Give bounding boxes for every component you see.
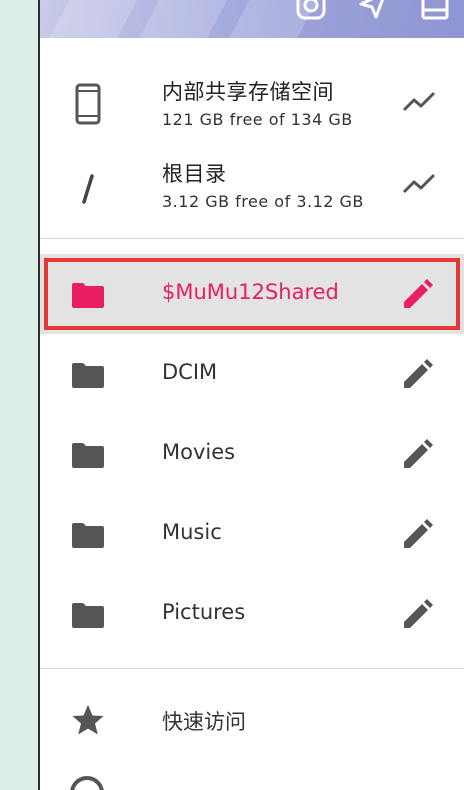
folder-icon xyxy=(70,601,106,629)
trend-icon[interactable] xyxy=(402,90,436,114)
pencil-icon[interactable] xyxy=(400,598,434,632)
folder-icon xyxy=(70,441,106,469)
folder-icon xyxy=(70,281,106,309)
pencil-icon[interactable] xyxy=(400,358,434,392)
storage-title: 内部共享存储空间 xyxy=(162,80,334,104)
storage-free-space: 3.12 GB free of 3.12 GB xyxy=(162,192,364,211)
phone-icon xyxy=(70,82,106,126)
folder-item-mumu12shared[interactable]: $MuMu12Shared xyxy=(40,254,464,334)
folder-item-dcim[interactable]: DCIM xyxy=(40,334,464,414)
history-icon[interactable] xyxy=(70,776,104,790)
folder-label: $MuMu12Shared xyxy=(162,280,339,304)
storage-free-space: 121 GB free of 134 GB xyxy=(162,110,353,129)
folder-item-movies[interactable]: Movies xyxy=(40,414,464,494)
window-icon[interactable] xyxy=(404,0,464,38)
storage-title: 根目录 xyxy=(162,162,227,186)
navigation-drawer: 内部共享存储空间 121 GB free of 134 GB 根目录 3.12 … xyxy=(38,0,464,790)
folder-label: DCIM xyxy=(162,360,218,384)
quick-access-label: 快速访问 xyxy=(162,710,246,734)
pencil-icon[interactable] xyxy=(400,438,434,472)
folder-item-pictures[interactable]: Pictures xyxy=(40,574,464,654)
storage-item-internal[interactable]: 内部共享存储空间 121 GB free of 134 GB xyxy=(40,64,464,144)
divider xyxy=(40,238,464,239)
send-icon[interactable] xyxy=(342,0,404,38)
folder-label: Movies xyxy=(162,440,236,464)
storage-item-root[interactable]: 根目录 3.12 GB free of 3.12 GB xyxy=(40,146,464,226)
folder-icon xyxy=(70,361,106,389)
pencil-icon[interactable] xyxy=(400,518,434,552)
folder-label: Music xyxy=(162,520,222,544)
instagram-icon[interactable] xyxy=(280,0,342,38)
quick-access-item[interactable]: 快速访问 xyxy=(40,682,464,762)
divider xyxy=(40,668,464,669)
folder-label: Pictures xyxy=(162,600,246,624)
drawer-header xyxy=(40,0,464,38)
pencil-icon[interactable] xyxy=(400,278,434,312)
trend-icon[interactable] xyxy=(402,172,436,196)
background-app-strip xyxy=(0,0,38,790)
folder-icon xyxy=(70,521,106,549)
star-icon xyxy=(70,702,106,738)
slash-icon xyxy=(70,164,106,208)
folder-item-music[interactable]: Music xyxy=(40,494,464,574)
